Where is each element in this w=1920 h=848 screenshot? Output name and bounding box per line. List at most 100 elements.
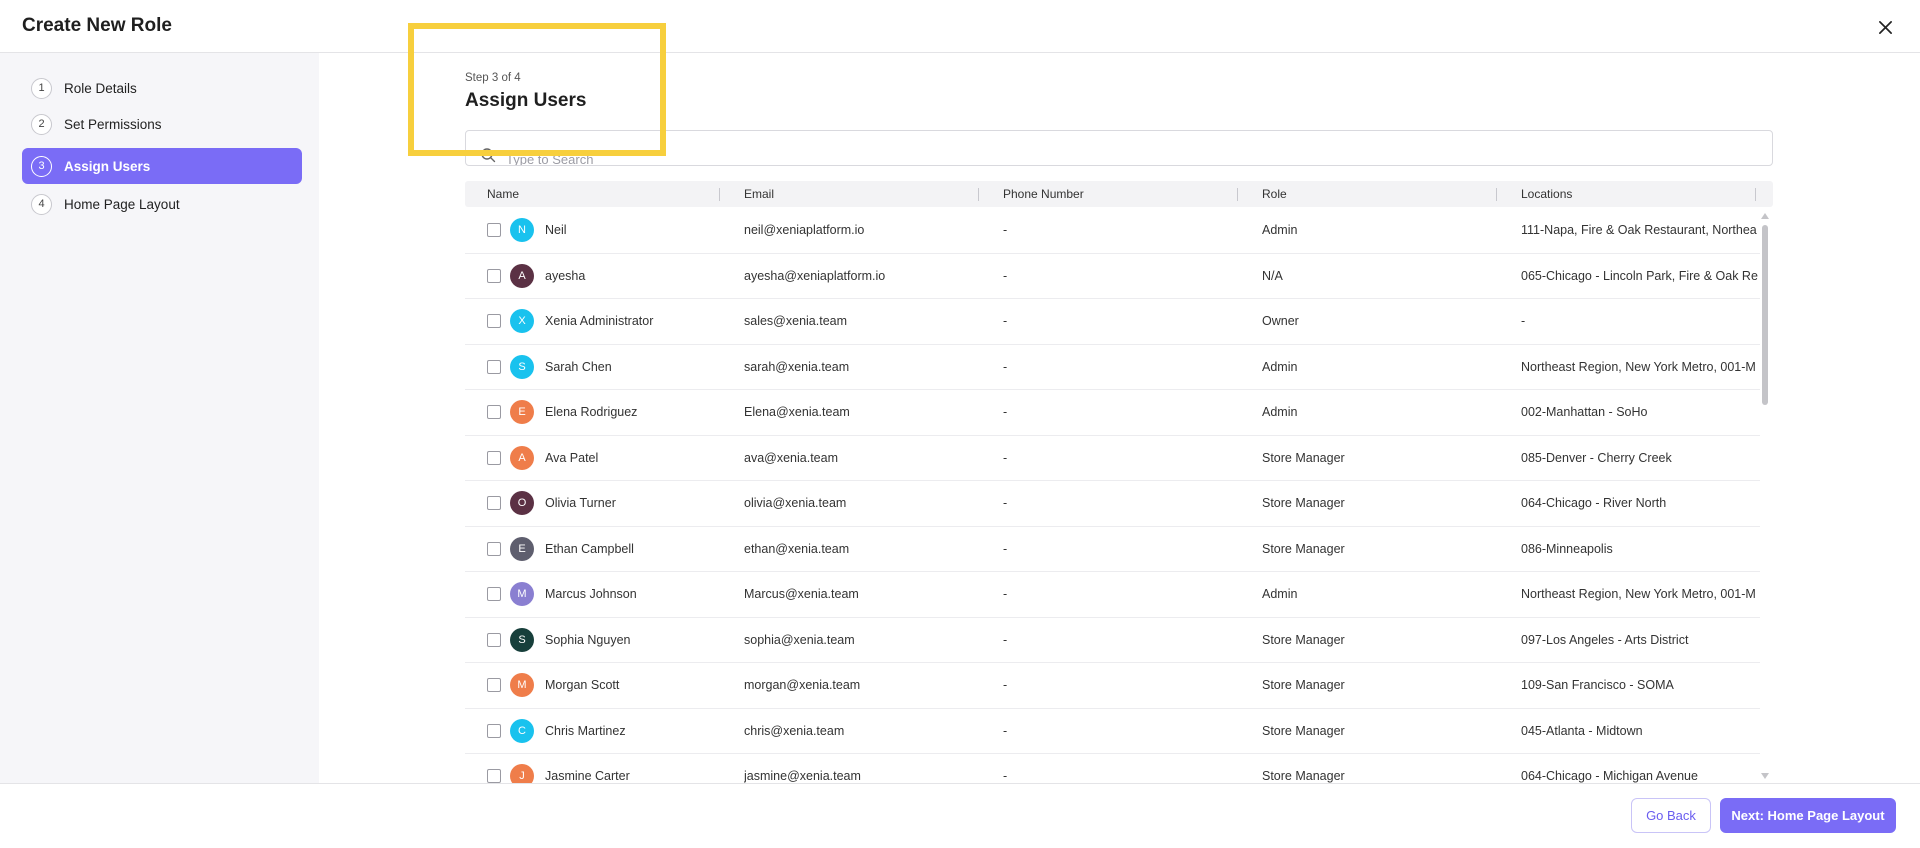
table-row[interactable]: S Sarah Chen sarah@xenia.team - Admin Northea…	[465, 345, 1760, 390]
row-checkbox[interactable]	[487, 405, 501, 419]
modal-title: Create New Role	[22, 15, 172, 36]
scroll-down-arrow-icon[interactable]	[1761, 773, 1769, 779]
table-row[interactable]: Aayesha ayesha@xeniaplatform.io - N/A 065-Ch…	[465, 254, 1760, 299]
table-row[interactable]: O Olivia Turner olivia@xenia.team - Store Ma…	[465, 481, 1760, 527]
user-locations: 002-Manhattan - SoHo	[1521, 405, 1648, 419]
go-back-button[interactable]: Go Back	[1631, 798, 1711, 833]
column-header-phone[interactable]: Phone Number	[1003, 181, 1084, 207]
avatar: A	[510, 445, 534, 470]
table-row[interactable]: M Morgan Scott morgan@xenia.team - Store Man…	[465, 663, 1760, 709]
user-name: ayesha	[545, 268, 586, 283]
step-assign-users[interactable]: 3 Assign Users	[22, 148, 302, 184]
row-checkbox[interactable]	[487, 541, 501, 556]
step-home-page-layout[interactable]: 4 Home Page Layout	[22, 186, 302, 222]
user-locations: 097-Los Angeles - Arts District	[1521, 632, 1689, 647]
avatar: M	[510, 673, 534, 697]
step-label: Role Details	[64, 80, 137, 96]
user-email: Elena@xenia.team	[744, 405, 850, 419]
user-email: olivia@xenia.team	[744, 496, 847, 510]
column-divider[interactable]	[1237, 188, 1238, 201]
user-phone: -	[1003, 268, 1008, 283]
row-checkbox[interactable]	[487, 632, 501, 647]
row-checkbox[interactable]	[487, 496, 501, 510]
user-phone: -	[1003, 769, 1008, 783]
step-role-details[interactable]: 1 Role Details	[22, 70, 302, 106]
table-row[interactable]: J Jasmine Carter jasmine@xenia.team - Store …	[465, 754, 1760, 783]
user-role: Store Manager	[1262, 496, 1345, 510]
user-email: sophia@xenia.team	[744, 632, 855, 647]
avatar: O	[510, 491, 534, 515]
row-checkbox[interactable]	[487, 268, 501, 283]
row-checkbox[interactable]	[487, 587, 501, 601]
step-number: 1	[31, 77, 52, 99]
user-locations: 064-Chicago - Michigan Avenue	[1521, 769, 1698, 783]
column-divider[interactable]	[1496, 188, 1497, 201]
column-header-name[interactable]: Name	[487, 181, 519, 207]
column-header-locations[interactable]: Locations	[1521, 181, 1572, 207]
row-checkbox[interactable]	[487, 769, 501, 783]
user-phone: -	[1003, 632, 1008, 647]
table-row[interactable]: E Elena Rodriguez Elena@xenia.team - Admin 00…	[465, 390, 1760, 436]
user-email: chris@xenia.team	[744, 723, 845, 738]
scroll-thumb[interactable]	[1762, 225, 1768, 405]
user-phone: -	[1003, 587, 1008, 601]
row-checkbox[interactable]	[487, 359, 501, 374]
user-role: Store Manager	[1262, 541, 1345, 556]
user-name: Sophia Nguyen	[545, 632, 631, 647]
user-name: Chris Martinez	[545, 723, 626, 738]
wizard-sidebar: 1 Role Details 2 Set Permissions 3 Assig…	[0, 53, 319, 783]
table-row[interactable]: A Ava Patel ava@xenia.team - Store Manager 08…	[465, 436, 1760, 481]
user-role: Admin	[1262, 405, 1298, 419]
avatar: C	[510, 718, 534, 743]
table-row[interactable]: M Marcus Johnson Marcus@xenia.team - Admin No…	[465, 572, 1760, 618]
column-header-role[interactable]: Role	[1262, 181, 1287, 207]
table-row[interactable]: S Sophia Nguyen sophia@xenia.team - Store Ma…	[465, 618, 1760, 663]
avatar: E	[510, 400, 534, 424]
row-checkbox[interactable]	[487, 223, 501, 237]
user-locations: 111-Napa, Fire & Oak Restaurant, Northea	[1521, 223, 1757, 237]
close-button[interactable]	[1872, 14, 1898, 40]
next-button[interactable]: Next: Home Page Layout	[1720, 798, 1896, 833]
row-checkbox[interactable]	[487, 678, 501, 692]
step-set-permissions[interactable]: 2 Set Permissions	[22, 106, 302, 142]
user-name: Neil	[545, 223, 567, 237]
search-input[interactable]	[506, 151, 1706, 165]
avatar: A	[510, 263, 534, 288]
row-checkbox[interactable]	[487, 450, 501, 465]
user-phone: -	[1003, 678, 1008, 692]
user-email: Marcus@xenia.team	[744, 587, 859, 601]
column-divider[interactable]	[719, 188, 720, 201]
users-table: Name Email Phone Number Role Locations N…	[465, 181, 1773, 783]
column-divider[interactable]	[1755, 188, 1756, 201]
search-box[interactable]	[465, 130, 1773, 166]
column-divider[interactable]	[978, 188, 979, 201]
user-locations: 086-Minneapolis	[1521, 541, 1613, 556]
table-row[interactable]: N Neil neil@xeniaplatform.io - Admin 111-Napa…	[465, 208, 1760, 254]
user-locations: 109-San Francisco - SOMA	[1521, 678, 1674, 692]
row-checkbox[interactable]	[487, 314, 501, 328]
step-indicator: Step 3 of 4	[465, 72, 521, 84]
user-locations: 045-Atlanta - Midtown	[1521, 723, 1643, 738]
user-role: Store Manager	[1262, 450, 1345, 465]
table-row[interactable]: X Xenia Administrator sales@xenia.team - Own…	[465, 299, 1760, 345]
user-role: Store Manager	[1262, 678, 1345, 692]
table-row[interactable]: C Chris Martinez chris@xenia.team - Store Ma…	[465, 709, 1760, 754]
step-number: 3	[31, 155, 52, 177]
avatar: N	[510, 218, 534, 242]
row-checkbox[interactable]	[487, 723, 501, 738]
user-email: sarah@xenia.team	[744, 359, 850, 374]
user-phone: -	[1003, 359, 1008, 374]
table-row[interactable]: E Ethan Campbell ethan@xenia.team - Store Ma…	[465, 527, 1760, 572]
user-locations: 065-Chicago - Lincoln Park, Fire & Oak R…	[1521, 268, 1758, 283]
close-icon	[1878, 20, 1892, 34]
user-locations: 064-Chicago - River North	[1521, 496, 1667, 510]
scroll-up-arrow-icon[interactable]	[1761, 213, 1769, 219]
user-role: Owner	[1262, 314, 1299, 328]
avatar: M	[510, 582, 534, 606]
user-phone: -	[1003, 541, 1008, 556]
user-name: Xenia Administrator	[545, 314, 654, 328]
column-header-email[interactable]: Email	[744, 181, 774, 207]
table-scrollbar[interactable]	[1760, 213, 1770, 783]
modal-header: Create New Role	[0, 0, 1920, 53]
page-title: Assign Users	[465, 90, 587, 111]
